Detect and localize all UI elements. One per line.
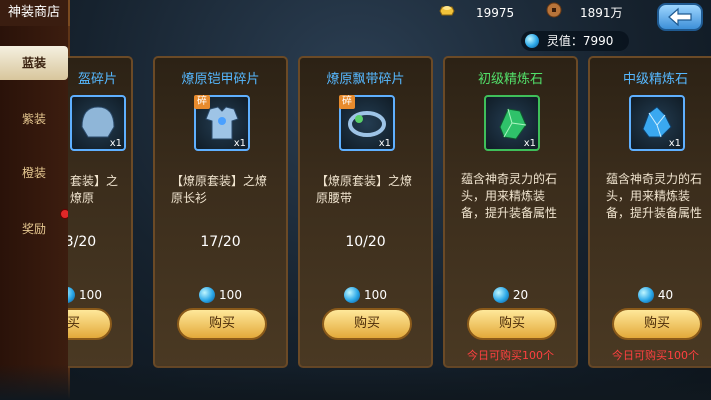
fragment-progress: 3/20: [68, 234, 97, 250]
fragment-tag: 碎: [194, 95, 210, 109]
buy-button[interactable]: 购买: [467, 308, 557, 340]
tab-blue-gear[interactable]: 蓝装: [0, 46, 68, 80]
back-button[interactable]: [657, 3, 703, 31]
gold-ingot-icon: [439, 6, 455, 16]
tab-rewards[interactable]: 奖励: [0, 212, 68, 246]
fragment-progress: 17/20: [200, 234, 241, 250]
item-list[interactable]: 盔碎片 x1 套装】之燎原 3/20 100 购买 燎原铠甲碎片 碎 x1 【燎…: [68, 56, 711, 400]
item-description: 【燎原套装】之燎原腰带: [316, 174, 413, 205]
copper-coin-icon: [546, 2, 562, 18]
item-description: 蕴含神奇灵力的石头，用来精炼装备，提升装备属性: [461, 172, 558, 220]
item-price: 100: [155, 287, 286, 303]
soul-orb-icon: [525, 34, 539, 48]
item-name: 盔碎片: [77, 72, 117, 87]
item-price: 20: [445, 287, 576, 303]
shop-item-card[interactable]: 燎原飘带碎片 碎 x1 【燎原套装】之燎原腰带 10/20 100 购买: [298, 56, 433, 368]
item-quantity: x1: [378, 138, 391, 149]
coin-count: 1891万: [580, 6, 623, 20]
soul-orb-icon: [199, 287, 216, 303]
item-quantity: x1: [523, 138, 536, 149]
item-price: 40: [590, 287, 711, 303]
shop-item-card[interactable]: 盔碎片 x1 套装】之燎原 3/20 100 购买: [68, 56, 133, 368]
item-icon-frame: 碎 x1: [194, 95, 250, 151]
soul-orb-icon: [637, 287, 654, 303]
item-price: 100: [300, 287, 431, 303]
item-price: 100: [68, 287, 131, 303]
item-quantity: x1: [233, 138, 246, 149]
item-icon-frame: x1: [629, 95, 685, 151]
fragment-progress: 10/20: [345, 234, 386, 250]
item-quantity: x1: [668, 138, 681, 149]
back-arrow-icon: [668, 7, 692, 27]
daily-limit: 今日可购买100个: [467, 349, 554, 362]
soul-value: 灵值：7990: [546, 34, 614, 48]
item-name: 燎原飘带碎片: [326, 72, 405, 87]
item-description: 【燎原套装】之燎原长衫: [171, 174, 268, 205]
tab-orange-gear[interactable]: 橙装: [0, 156, 68, 190]
buy-button[interactable]: 购买: [68, 308, 112, 340]
shop-title: 神装商店: [0, 0, 70, 28]
item-description: 套装】之燎原: [70, 174, 119, 205]
item-icon-frame: x1: [484, 95, 540, 151]
item-name: 燎原铠甲碎片: [181, 72, 260, 87]
tab-purple-gear[interactable]: 紫装: [0, 102, 68, 136]
soul-value-panel: 灵值：7990: [521, 31, 629, 51]
item-quantity: x1: [109, 138, 122, 149]
soul-orb-icon: [492, 287, 509, 303]
item-icon-frame: x1: [70, 95, 126, 151]
shop-item-card[interactable]: 初级精炼石 x1 蕴含神奇灵力的石头，用来精炼装备，提升装备属性 20 购买 今…: [443, 56, 578, 368]
shop-item-card[interactable]: 中级精炼石 x1 蕴含神奇灵力的石头，用来精炼装备，提升装备属性 40 购买 今…: [588, 56, 711, 368]
soul-orb-icon: [344, 287, 361, 303]
fragment-tag: 碎: [339, 95, 355, 109]
buy-button[interactable]: 购买: [612, 308, 702, 340]
buy-button[interactable]: 购买: [177, 308, 267, 340]
item-icon-frame: 碎 x1: [339, 95, 395, 151]
shop-item-card[interactable]: 燎原铠甲碎片 碎 x1 【燎原套装】之燎原长衫 17/20 100 购买: [153, 56, 288, 368]
item-name: 初级精炼石: [477, 72, 543, 87]
soul-orb-icon: [68, 287, 76, 303]
daily-limit: 今日可购买100个: [612, 349, 699, 362]
buy-button[interactable]: 购买: [322, 308, 412, 340]
bottom-shade: [0, 364, 711, 400]
item-description: 蕴含神奇灵力的石头，用来精炼装备，提升装备属性: [606, 172, 703, 220]
item-name: 中级精炼石: [622, 72, 688, 87]
gold-count: 19975: [476, 6, 515, 20]
